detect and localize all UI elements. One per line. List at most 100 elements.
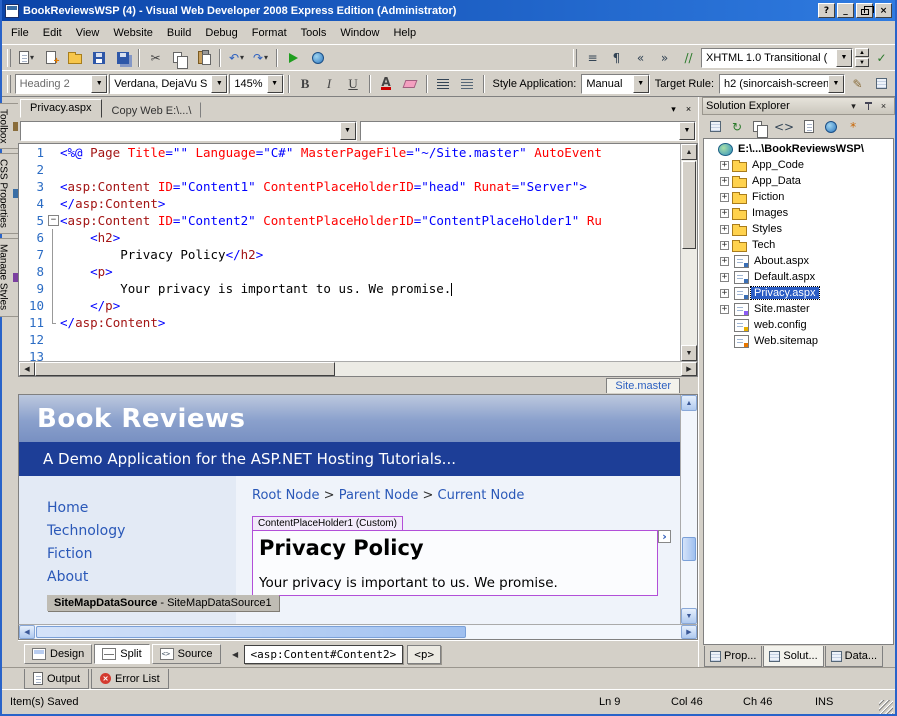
window-position-button[interactable]: ▾ <box>846 99 861 113</box>
smart-tag-button[interactable] <box>658 530 671 543</box>
tool-window-tab-output[interactable]: Output <box>24 669 89 689</box>
master-page-tab[interactable]: Site.master <box>606 378 680 393</box>
code-lines[interactable]: 1<%@ Page Title="" Language="C#" MasterP… <box>19 144 680 361</box>
new-file-button[interactable]: ▾ <box>15 47 38 69</box>
panel-tab-prop[interactable]: Prop... <box>704 646 762 667</box>
toolbar-grip[interactable] <box>7 75 11 93</box>
expand-icon[interactable]: + <box>720 225 729 234</box>
document-tab-privacy-aspx[interactable]: Privacy.aspx <box>20 99 102 118</box>
solution-explorer-titlebar[interactable]: Solution Explorer ▾× <box>702 97 895 115</box>
save-button[interactable] <box>87 47 110 69</box>
redo-button[interactable]: ↷▾ <box>249 47 272 69</box>
sitemapdatasource-control[interactable]: SiteMapDataSource - SiteMapDataSource1 <box>47 595 279 611</box>
chevron-down-icon[interactable] <box>828 75 844 93</box>
design-vertical-scrollbar[interactable]: ▲ ▼ <box>680 395 697 624</box>
scroll-right-icon[interactable]: ▶ <box>681 362 697 376</box>
tree-item-app-data[interactable]: +App_Data <box>704 173 893 189</box>
source-editor[interactable]: 1<%@ Page Title="" Language="C#" MasterP… <box>18 143 698 361</box>
tool-window-tab-error-list[interactable]: ✕Error List <box>91 669 169 689</box>
scrollbar-thumb[interactable] <box>36 626 466 638</box>
document-tab-copy-web-e[interactable]: Copy Web E:\...\ <box>102 102 202 118</box>
code-line-2[interactable]: 2 <box>19 161 680 178</box>
expand-icon[interactable]: + <box>720 273 729 282</box>
scrollbar-track[interactable] <box>681 250 697 345</box>
italic-button[interactable]: I <box>318 73 341 95</box>
scrollbar-thumb[interactable] <box>682 161 696 249</box>
code-vertical-scrollbar[interactable]: ▲ ▼ <box>680 144 697 361</box>
chevron-down-icon[interactable] <box>633 75 649 93</box>
tree-item-e-bookreviewswsp[interactable]: E:\...\BookReviewsWSP\ <box>704 141 893 157</box>
display-formatting-button[interactable]: ¶ <box>605 47 628 69</box>
collapse-icon[interactable] <box>47 212 60 229</box>
expand-icon[interactable]: + <box>720 161 729 170</box>
font-size-combo[interactable]: 145% <box>229 74 283 94</box>
menu-tools[interactable]: Tools <box>294 24 334 42</box>
contentplaceholder-region[interactable]: Privacy Policy Your privacy is important… <box>252 530 658 596</box>
page-heading[interactable]: Privacy Policy <box>259 536 657 560</box>
properties-button[interactable] <box>706 118 724 136</box>
apply-styles-button[interactable] <box>870 73 893 95</box>
comment-button[interactable]: // <box>677 47 700 69</box>
toolbar-grip[interactable] <box>7 49 11 67</box>
view-code-button[interactable]: <> <box>772 118 796 136</box>
code-line-11[interactable]: 11</asp:Content> <box>19 314 680 331</box>
scrollbar-track[interactable] <box>681 561 697 608</box>
tree-item-privacy-aspx[interactable]: +Privacy.aspx <box>704 285 893 301</box>
solution-tree[interactable]: E:\...\BookReviewsWSP\+App_Code+App_Data… <box>703 138 894 645</box>
expand-icon[interactable]: + <box>720 241 729 250</box>
expand-icon[interactable]: + <box>720 209 729 218</box>
help-button[interactable]: ? <box>818 3 835 18</box>
menu-edit[interactable]: Edit <box>36 24 69 42</box>
menu-file[interactable]: File <box>4 24 36 42</box>
tree-item-styles[interactable]: +Styles <box>704 221 893 237</box>
contentplaceholder-label[interactable]: ContentPlaceHolder1 (Custom) <box>252 516 403 530</box>
menu-help[interactable]: Help <box>386 24 423 42</box>
alignment-button[interactable] <box>432 73 455 95</box>
font-combo[interactable]: Verdana, DejaVu S <box>109 74 228 94</box>
scrollbar-track[interactable] <box>466 625 681 639</box>
copy-button[interactable] <box>168 47 191 69</box>
title-bar[interactable]: BookReviewsWSP (4) - Visual Web Develope… <box>2 0 895 21</box>
breadcrumb-link-current-node[interactable]: Current Node <box>438 488 525 503</box>
expand-icon[interactable]: + <box>720 193 729 202</box>
code-line-10[interactable]: 10 </p> <box>19 297 680 314</box>
tag-navigator-item[interactable]: <p> <box>407 645 441 664</box>
open-file-button[interactable] <box>63 47 86 69</box>
panel-tab-solut[interactable]: Solut... <box>763 646 823 667</box>
code-line-1[interactable]: 1<%@ Page Title="" Language="C#" MasterP… <box>19 144 680 161</box>
expand-icon[interactable]: + <box>720 305 729 314</box>
menu-view[interactable]: View <box>69 24 107 42</box>
chevron-down-icon[interactable] <box>340 122 356 140</box>
save-all-button[interactable] <box>111 47 134 69</box>
tree-item-web-config[interactable]: web.config <box>704 317 893 333</box>
tree-item-images[interactable]: +Images <box>704 205 893 221</box>
chevron-down-icon[interactable] <box>91 75 107 93</box>
expand-icon[interactable]: + <box>720 289 729 298</box>
resize-grip[interactable] <box>879 700 893 714</box>
spin-down-icon[interactable]: ▼ <box>855 58 869 67</box>
code-line-5[interactable]: 5<asp:Content ID="Content2" ContentPlace… <box>19 212 680 229</box>
scroll-left-icon[interactable]: ◀ <box>19 625 35 639</box>
highlighting-button[interactable] <box>399 73 422 95</box>
menu-build[interactable]: Build <box>160 24 198 42</box>
underline-button[interactable]: U <box>342 73 365 95</box>
tree-item-default-aspx[interactable]: +Default.aspx <box>704 269 893 285</box>
scroll-left-icon[interactable]: ◀ <box>19 362 35 376</box>
nav-link-technology[interactable]: Technology <box>47 523 236 539</box>
menu-website[interactable]: Website <box>106 24 160 42</box>
restore-button[interactable] <box>856 3 873 18</box>
minimize-button[interactable]: _ <box>837 3 854 18</box>
panel-tab-data[interactable]: Data... <box>825 646 883 667</box>
format-document-button[interactable]: ≡ <box>581 47 604 69</box>
start-debug-button[interactable] <box>282 47 305 69</box>
scroll-up-icon[interactable]: ▲ <box>681 144 697 160</box>
toolbar-grip[interactable] <box>573 49 577 67</box>
tag-navigator-item[interactable]: <asp:Content#Content2> <box>244 645 404 664</box>
block-format-combo[interactable]: Heading 2 <box>15 74 109 94</box>
auto-hide-button[interactable] <box>861 99 876 113</box>
code-line-8[interactable]: 8 <p> <box>19 263 680 280</box>
close-document-button[interactable]: × <box>681 102 696 116</box>
scrollbar-track[interactable] <box>335 362 681 376</box>
paste-button[interactable] <box>192 47 215 69</box>
close-panel-button[interactable]: × <box>876 99 891 113</box>
